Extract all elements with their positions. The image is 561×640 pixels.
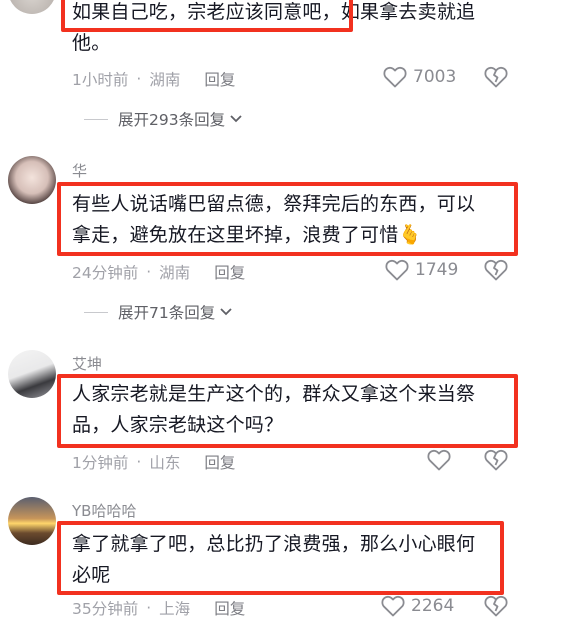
like-count: 1749 [415,260,459,280]
like-button[interactable]: 1749 [385,259,458,281]
like-count: 7003 [413,67,457,87]
emoji: 🫰 [398,224,423,246]
broken-heart-icon [484,449,508,471]
dislike-button[interactable] [484,595,508,621]
comment-location: 湖南 [149,71,181,89]
avatar[interactable] [8,497,56,545]
comment-time: 35分钟前 [72,600,139,618]
like-button[interactable]: 2264 [381,595,454,617]
username[interactable]: YB哈哈哈 [72,500,136,521]
reply-button[interactable]: 回复 [214,597,245,619]
comment-text: 拿了就拿了吧，总比扔了浪费强，那么小心眼何 必呢 [72,533,476,586]
comment-text: 如果自己吃，宗老应该同意吧，如果拿去卖就追 他。 [72,1,476,54]
like-count: 2264 [411,596,455,616]
broken-heart-icon [484,259,508,281]
reply-button[interactable]: 回复 [214,261,245,283]
dislike-button[interactable] [484,449,508,475]
broken-heart-icon [484,66,508,88]
expand-replies[interactable]: 展开71条回复 [84,301,233,323]
comment-time: 24分钟前 [72,264,139,282]
divider [84,118,108,120]
like-button[interactable] [427,449,457,471]
like-button[interactable]: 7003 [383,66,456,88]
dislike-button[interactable] [484,66,508,92]
username[interactable]: 华 [72,160,87,181]
comment-location: 山东 [149,454,181,472]
heart-outline-icon [427,449,451,471]
broken-heart-icon [484,595,508,617]
comment-time: 1分钟前 [72,454,129,472]
divider [84,311,108,313]
dislike-button[interactable] [484,259,508,285]
heart-outline-icon [385,259,409,281]
comment-meta: 35分钟前 · 上海 回复 [72,597,246,619]
comment-location: 湖南 [159,264,191,282]
chevron-down-icon [220,308,232,316]
heart-outline-icon [383,66,407,88]
avatar[interactable] [8,0,56,14]
chevron-down-icon [230,115,242,123]
comment-meta: 1小时前 · 湖南 回复 [72,68,236,90]
comment-meta: 1分钟前 · 山东 回复 [72,451,236,473]
avatar[interactable] [8,350,56,398]
comment-location: 上海 [159,600,191,618]
comment-text: 人家宗老就是生产这个的，群众又拿这个来当祭 品，人家宗老缺这个吗？ [72,383,476,436]
comment-text: 有些人说话嘴巴留点德，祭拜完后的东西，可以 拿走，避免放在这里坏掉，浪费了可惜🫰 [72,193,476,246]
reply-button[interactable]: 回复 [204,68,235,90]
avatar[interactable] [8,156,56,204]
comment-meta: 24分钟前 · 湖南 回复 [72,261,246,283]
heart-outline-icon [381,595,405,617]
comment-time: 1小时前 [72,71,129,89]
username[interactable]: 艾坤 [72,353,102,374]
reply-button[interactable]: 回复 [204,451,235,473]
expand-replies[interactable]: 展开293条回复 [84,108,243,130]
